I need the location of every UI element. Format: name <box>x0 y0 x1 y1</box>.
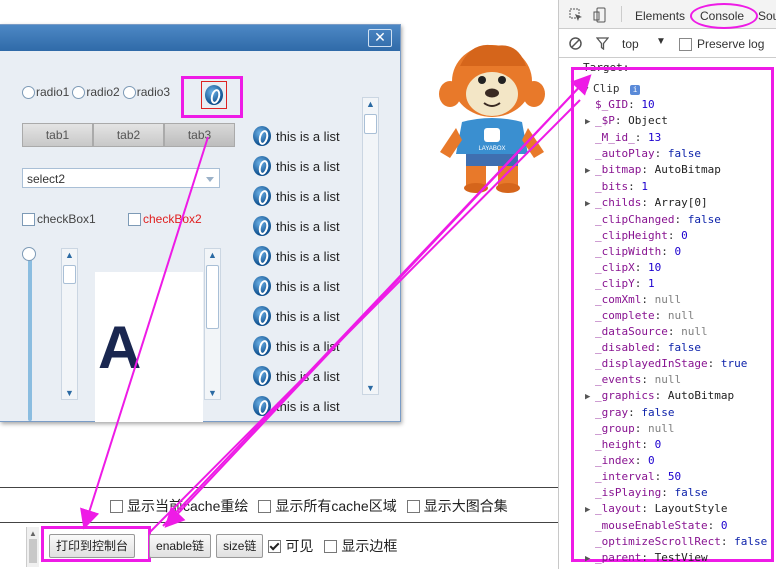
annotation-arrow <box>149 99 581 533</box>
annotation-arrows <box>80 74 592 533</box>
annotation-arrow <box>80 136 209 530</box>
annotation-arrow <box>164 79 587 528</box>
